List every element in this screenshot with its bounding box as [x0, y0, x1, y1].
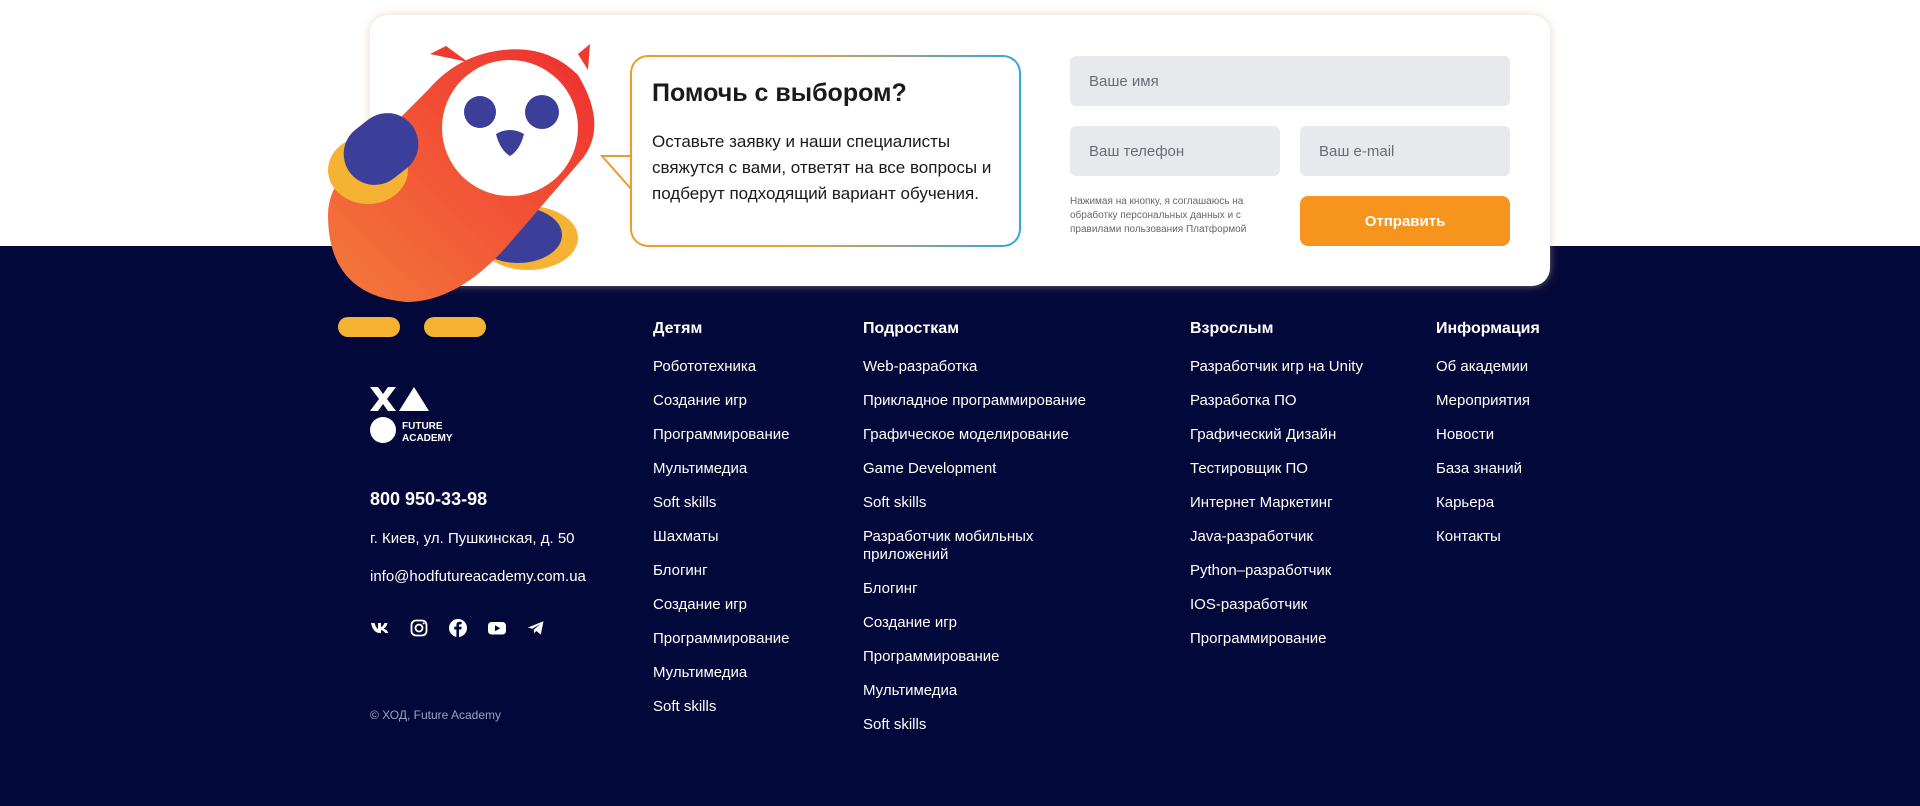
footer-link[interactable]: Тестировщик ПО [1190, 460, 1390, 478]
footer-link[interactable]: Python–разработчик [1190, 562, 1390, 580]
footer-column-info: Информация Об академии Мероприятия Новос… [1436, 320, 1566, 562]
email-link[interactable]: info@hodfutureacademy.com.ua [370, 568, 586, 585]
footer-link[interactable]: Программирование [863, 648, 1123, 666]
facebook-icon[interactable] [448, 618, 487, 638]
speech-bubble-tail [600, 130, 633, 191]
footer-link[interactable]: Мультимедиа [863, 682, 1123, 700]
footer-link[interactable]: Робототехника [653, 358, 843, 376]
footer-link[interactable]: Программирование [653, 630, 843, 648]
logo-mark-icon: FUTURE ACADEMY [370, 387, 453, 444]
footer-link[interactable]: Soft skills [653, 698, 843, 716]
footer-link[interactable]: Web-разработка [863, 358, 1123, 376]
submit-button[interactable]: Отправить [1300, 196, 1510, 246]
lead-form-description: Оставьте заявку и наши специалисты свяжу… [652, 132, 992, 203]
footer-link[interactable]: Game Development [863, 460, 1123, 478]
name-input[interactable] [1070, 56, 1510, 106]
footer-link[interactable]: IOS-разработчик [1190, 596, 1390, 614]
owl-mascot-illustration [328, 44, 595, 337]
footer-link[interactable]: Разработка ПО [1190, 392, 1390, 410]
footer-link[interactable]: Soft skills [863, 716, 1123, 734]
footer-link[interactable]: Карьера [1436, 494, 1566, 512]
footer-link[interactable]: Программирование [1190, 630, 1390, 648]
footer-link[interactable]: Программирование [653, 426, 843, 444]
footer-link[interactable]: Мультимедиа [653, 664, 843, 682]
footer-link[interactable]: Soft skills [863, 494, 1123, 512]
youtube-icon[interactable] [487, 618, 526, 638]
footer-link[interactable]: Создание игр [863, 614, 1123, 632]
footer-column-title: Детям [653, 320, 703, 337]
footer-link[interactable]: Мультимедиа [653, 460, 843, 478]
lead-form-title: Помочь с выбором? [652, 79, 907, 107]
footer-column-title: Информация [1436, 320, 1540, 337]
footer-column-adults: Взрослым Разработчик игр на Unity Разраб… [1190, 320, 1390, 664]
phone-number-link[interactable]: 800 950-33-98 [370, 489, 487, 510]
footer-link[interactable]: Интернет Маркетинг [1190, 494, 1390, 512]
copyright-text: © ХОД, Future Academy [370, 708, 502, 722]
logo-text-academy: ACADEMY [402, 433, 453, 444]
address-text: г. Киев, ул. Пушкинская, д. 50 [370, 530, 575, 547]
email-input[interactable] [1300, 126, 1510, 176]
phone-input[interactable] [1070, 126, 1280, 176]
footer-link[interactable]: Блогинг [863, 580, 1123, 598]
footer-column-kids: Детям Робототехника Создание игр Програм… [653, 320, 843, 732]
footer-link[interactable]: Java-разработчик [1190, 528, 1390, 546]
footer-link[interactable]: Разработчик мобильных приложений [863, 528, 1063, 564]
footer-link[interactable]: Разработчик игр на Unity [1190, 358, 1390, 376]
footer-link[interactable]: Soft skills [653, 494, 843, 512]
future-academy-logo[interactable]: FUTURE ACADEMY [368, 385, 468, 447]
footer-link[interactable]: Об академии [1436, 358, 1566, 376]
footer-link[interactable]: Шахматы [653, 528, 843, 546]
footer-column-title: Взрослым [1190, 320, 1274, 337]
footer-link[interactable]: Графический Дизайн [1190, 426, 1390, 444]
vk-icon[interactable] [370, 618, 409, 638]
footer-column-teens: Подросткам Web-разработка Прикладное про… [863, 320, 1123, 750]
logo-text-future: FUTURE [402, 421, 443, 432]
footer-link[interactable]: Мероприятия [1436, 392, 1566, 410]
consent-text: Нажимая на кнопку, я соглашаюсь на обраб… [1070, 196, 1247, 235]
social-links [370, 618, 565, 638]
footer-link[interactable]: База знаний [1436, 460, 1566, 478]
footer-link[interactable]: Графическое моделирование [863, 426, 1123, 444]
speech-bubble: Помочь с выбором? Оставьте заявку и наши… [630, 55, 1021, 247]
footer-link[interactable]: Создание игр [653, 392, 843, 410]
footer-link[interactable]: Прикладное программирование [863, 392, 1123, 410]
instagram-icon[interactable] [409, 618, 448, 638]
footer-link[interactable]: Блогинг [653, 562, 843, 580]
telegram-icon[interactable] [526, 618, 565, 638]
footer-column-title: Подросткам [863, 320, 960, 337]
footer-link[interactable]: Новости [1436, 426, 1566, 444]
footer-link[interactable]: Контакты [1436, 528, 1566, 546]
footer-link[interactable]: Создание игр [653, 596, 843, 614]
